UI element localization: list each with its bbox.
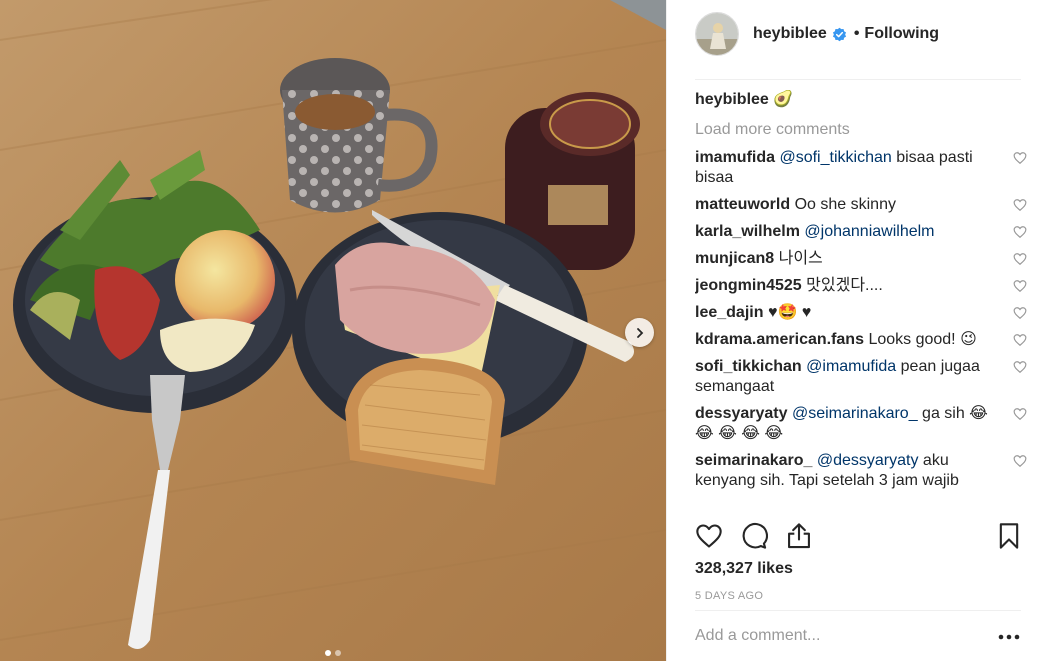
like-comment-heart-icon[interactable] [1013,279,1027,293]
post-date[interactable]: 5 DAYS AGO [695,590,763,602]
like-comment-heart-icon[interactable] [1013,333,1027,347]
like-comment-heart-icon[interactable] [1013,198,1027,212]
heart-icon[interactable] [695,522,723,550]
add-comment-bar [695,610,1021,661]
more-options-icon[interactable] [997,633,1021,641]
comment: kdrama.american.fans Looks good! 😉 [695,330,1029,350]
caption-text: 🥑 [773,91,794,108]
comment: matteuworld Oo she skinny [695,195,1029,215]
comment-username[interactable]: karla_wilhelm [695,223,800,240]
comment-mention[interactable]: @imamufida [806,358,896,375]
carousel-dot [325,650,331,656]
avatar[interactable] [695,12,739,56]
instagram-post: heybiblee • Following heybiblee 🥑 Load m… [0,0,1040,661]
load-more-comments-button[interactable]: Load more comments [695,120,1029,148]
comment-mention[interactable]: @sofi_tikkichan [779,149,891,166]
comment-username[interactable]: imamufida [695,149,775,166]
comment: munjican8 나이스 [695,249,1029,269]
comment: sofi_tikkichan @imamufida pean jugaa sem… [695,357,1029,397]
share-icon[interactable] [785,522,813,550]
post-caption: heybiblee 🥑 [695,90,1029,116]
post-sidebar: heybiblee • Following heybiblee 🥑 Load m… [666,0,1040,661]
caption-username[interactable]: heybiblee [695,91,769,108]
comment: karla_wilhelm @johanniawilhelm [695,222,1029,242]
carousel-indicator [0,650,666,656]
verified-badge-icon [832,27,846,41]
post-header: heybiblee • Following [695,12,1021,80]
comment: jeongmin4525 맛있겠다.... [695,276,1029,296]
comment-mention[interactable]: @johanniawilhelm [804,223,934,240]
comment-mention[interactable]: @dessyaryaty [817,452,919,469]
comment-username[interactable]: jeongmin4525 [695,277,802,294]
comment-username[interactable]: sofi_tikkichan [695,358,802,375]
comment-username[interactable]: seimarinakaro_ [695,452,812,469]
comment-text: Oo she skinny [794,196,896,213]
comments-list[interactable]: heybiblee 🥑 Load more comments imamufida… [695,90,1029,512]
like-comment-heart-icon[interactable] [1013,454,1027,468]
comment-username[interactable]: dessyaryaty [695,405,788,422]
separator-bullet: • [853,25,860,42]
carousel-next-button[interactable] [625,318,654,347]
comment-username[interactable]: kdrama.american.fans [695,331,864,348]
comment: imamufida @sofi_tikkichan bisaa pasti bi… [695,148,1029,188]
chevron-right-icon [636,327,643,338]
comment-username[interactable]: munjican8 [695,250,774,267]
comment: lee_dajin ♥🤩 ♥ [695,303,1029,323]
header-text: heybiblee • Following [753,25,939,43]
following-button[interactable]: Following [864,25,939,43]
likes-count[interactable]: 328,327 likes [695,560,793,578]
comment-text: ♥🤩 ♥ [767,304,812,321]
comment-text: Looks good! 😉 [868,331,977,348]
add-comment-input[interactable] [695,627,985,645]
like-comment-heart-icon[interactable] [1013,360,1027,374]
bookmark-icon[interactable] [995,522,1023,550]
post-actions [695,518,1021,558]
like-comment-heart-icon[interactable] [1013,225,1027,239]
like-comment-heart-icon[interactable] [1013,252,1027,266]
comment-username[interactable]: lee_dajin [695,304,763,321]
breakfast-photo [0,0,666,661]
comment-username[interactable]: matteuworld [695,196,790,213]
like-comment-heart-icon[interactable] [1013,306,1027,320]
like-comment-heart-icon[interactable] [1013,151,1027,165]
comment: dessyaryaty @seimarinakaro_ ga sih 😂 😂 😂… [695,404,1029,444]
author-username[interactable]: heybiblee [753,25,827,43]
comment-icon[interactable] [740,522,768,550]
comment: seimarinakaro_ @dessyaryaty aku kenyang … [695,451,1029,491]
comment-text: 나이스 [778,250,823,267]
post-photo[interactable] [0,0,666,661]
comment-mention[interactable]: @seimarinakaro_ [792,405,918,422]
carousel-dot [335,650,341,656]
like-comment-heart-icon[interactable] [1013,407,1027,421]
comment-text: 맛있겠다.... [806,277,883,294]
